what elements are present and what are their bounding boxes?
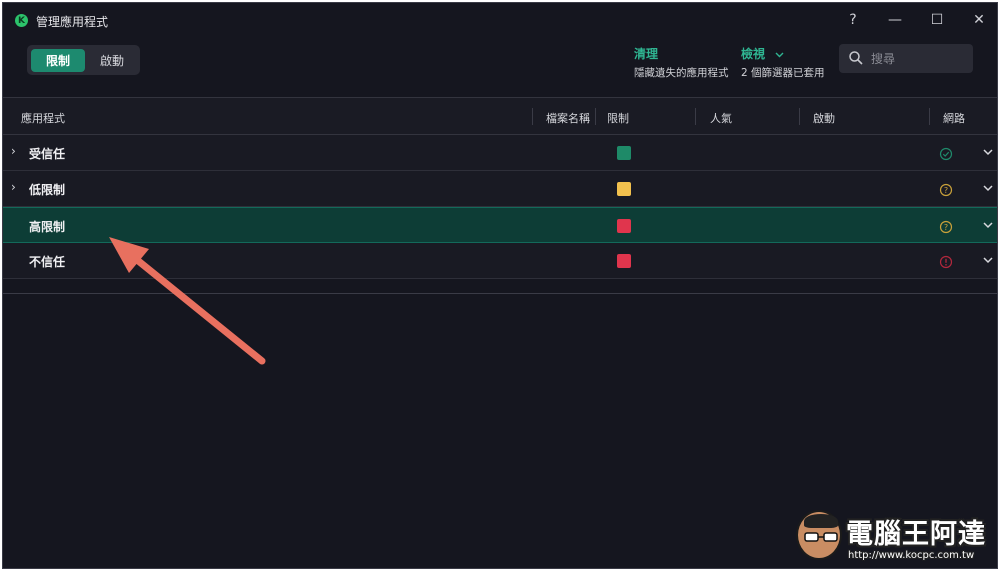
table-row[interactable]: 不信任 — [3, 243, 997, 279]
column-divider — [799, 108, 800, 125]
column-restriction[interactable]: 限制 — [607, 110, 629, 126]
tab-restrictions[interactable]: 限制 — [31, 49, 85, 72]
chevron-down-icon[interactable] — [981, 217, 995, 231]
view-mode-toggle: 限制 啟動 — [27, 45, 140, 75]
table-row[interactable]: › 受信任 — [3, 135, 997, 171]
column-network[interactable]: 網路 — [943, 110, 965, 126]
search-box — [839, 44, 973, 73]
svg-text:?: ? — [944, 223, 948, 232]
title-bar: K 管理應用程式 ? — ☐ ✕ — [3, 3, 997, 39]
chevron-down-icon[interactable] — [981, 252, 995, 266]
restriction-swatch[interactable] — [617, 254, 631, 268]
manage-apps-window: K 管理應用程式 ? — ☐ ✕ 限制 啟動 清理 隱藏遺失的應用程式 檢視 2… — [2, 2, 998, 569]
cleanup-label: 清理 — [634, 47, 659, 61]
watermark-title: 電腦王阿達 — [846, 519, 986, 550]
svg-text:?: ? — [944, 186, 948, 195]
question-circle-icon: ? — [939, 182, 953, 197]
mascot-face-icon — [796, 510, 842, 560]
close-button[interactable]: ✕ — [967, 9, 991, 31]
search-icon — [848, 50, 864, 66]
column-divider — [532, 108, 533, 125]
window-title: 管理應用程式 — [36, 15, 109, 29]
view-label: 檢視 — [741, 47, 766, 61]
column-file-name[interactable]: 檔案名稱 — [546, 110, 590, 126]
column-popularity[interactable]: 人氣 — [710, 110, 732, 126]
view-filter-description: 2 個篩選器已套用 — [741, 67, 825, 79]
column-app-name[interactable]: 應用程式 — [21, 110, 65, 126]
group-name: 低限制 — [29, 183, 66, 197]
group-name: 不信任 — [29, 255, 66, 269]
minimize-button[interactable]: — — [883, 9, 907, 31]
question-circle-icon: ? — [939, 219, 953, 234]
chevron-down-icon — [771, 50, 783, 61]
restriction-swatch[interactable] — [617, 146, 631, 160]
chevron-down-icon[interactable] — [981, 180, 995, 194]
restriction-swatch[interactable] — [617, 182, 631, 196]
help-button[interactable]: ? — [841, 9, 865, 31]
search-input[interactable] — [869, 49, 969, 69]
tab-startup[interactable]: 啟動 — [87, 49, 137, 72]
column-divider — [595, 108, 596, 125]
expand-chevron-icon[interactable]: › — [11, 180, 16, 194]
view-filter-action[interactable]: 檢視 2 個篩選器已套用 — [741, 45, 825, 80]
group-name: 受信任 — [29, 147, 66, 161]
table-row[interactable]: › 低限制 ? — [3, 171, 997, 207]
chevron-down-icon[interactable] — [981, 144, 995, 158]
annotation-arrow-icon — [109, 237, 266, 365]
restriction-swatch[interactable] — [617, 219, 631, 233]
maximize-button[interactable]: ☐ — [925, 9, 949, 31]
expand-chevron-icon[interactable]: › — [11, 144, 16, 158]
cleanup-description: 隱藏遺失的應用程式 — [634, 67, 729, 79]
table-row-selected[interactable]: 高限制 ? — [3, 207, 997, 243]
app-logo-icon: K — [15, 14, 28, 27]
table-header: 應用程式 檔案名稱 限制 人氣 啟動 網路 — [3, 97, 997, 135]
watermark-url: http://www.kocpc.com.tw — [848, 550, 975, 561]
column-divider — [695, 108, 696, 125]
group-name: 高限制 — [29, 220, 66, 234]
alert-circle-icon — [939, 254, 953, 269]
watermark: 電腦王阿達 http://www.kocpc.com.tw — [796, 506, 996, 566]
table-bottom-divider — [3, 293, 997, 294]
check-circle-icon — [939, 146, 953, 161]
cleanup-action[interactable]: 清理 隱藏遺失的應用程式 — [634, 45, 729, 80]
column-divider — [929, 108, 930, 125]
column-startup[interactable]: 啟動 — [813, 110, 835, 126]
